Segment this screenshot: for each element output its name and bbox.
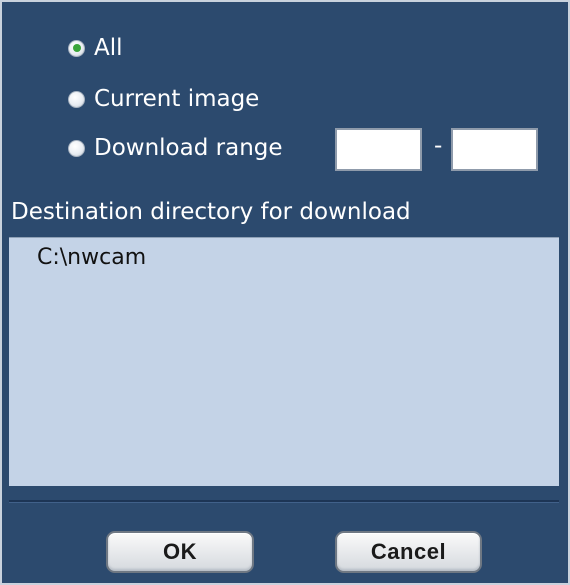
radio-option-current-image[interactable]: Current image bbox=[68, 86, 259, 112]
range-separator: - bbox=[434, 133, 443, 159]
radio-button-download-range[interactable] bbox=[68, 139, 85, 157]
destination-path: C:\nwcam bbox=[37, 245, 147, 270]
radio-label-download-range: Download range bbox=[94, 135, 283, 161]
range-start-input[interactable] bbox=[335, 128, 422, 171]
ok-button[interactable]: OK bbox=[106, 531, 254, 573]
radio-button-all[interactable] bbox=[68, 39, 85, 57]
radio-option-download-range[interactable]: Download range bbox=[68, 135, 283, 161]
radio-option-all[interactable]: All bbox=[68, 35, 123, 61]
download-dialog: All Current image Download range - Desti… bbox=[0, 0, 570, 585]
destination-label: Destination directory for download bbox=[11, 199, 411, 225]
cancel-button[interactable]: Cancel bbox=[335, 531, 482, 573]
divider bbox=[9, 500, 559, 503]
radio-label-current-image: Current image bbox=[94, 86, 260, 112]
range-end-input[interactable] bbox=[451, 128, 538, 171]
destination-directory-field[interactable]: C:\nwcam bbox=[9, 237, 559, 486]
radio-button-current-image[interactable] bbox=[68, 90, 85, 108]
radio-selected-dot bbox=[72, 44, 81, 52]
radio-label-all: All bbox=[94, 35, 123, 61]
